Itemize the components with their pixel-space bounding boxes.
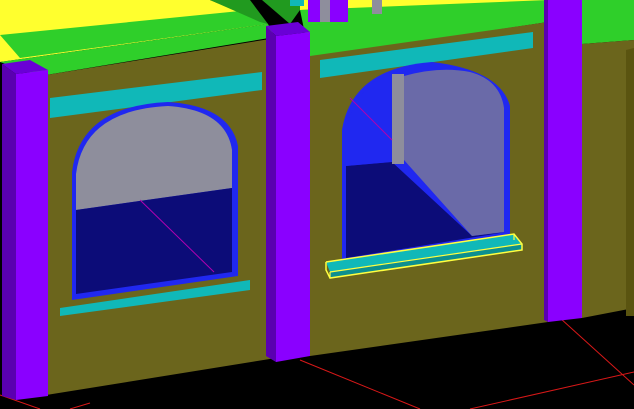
upper-structure (290, 0, 304, 6)
window-interior (392, 74, 404, 164)
pillar-side (266, 26, 276, 362)
pillar-side (544, 0, 548, 322)
roof-trim (582, 0, 634, 44)
upper-structure (372, 0, 382, 14)
pillar-side (2, 64, 16, 400)
pillar-right[interactable] (544, 0, 582, 322)
pillar-face (276, 32, 310, 362)
pillar-left[interactable] (2, 60, 48, 400)
pillar-mid[interactable] (266, 22, 310, 362)
wall-panel-shadow (626, 48, 634, 316)
3d-viewport[interactable] (0, 0, 634, 409)
pillar-face (548, 0, 582, 322)
scene-canvas[interactable] (0, 0, 634, 409)
upper-structure (320, 0, 330, 22)
pillar-face (16, 70, 48, 400)
